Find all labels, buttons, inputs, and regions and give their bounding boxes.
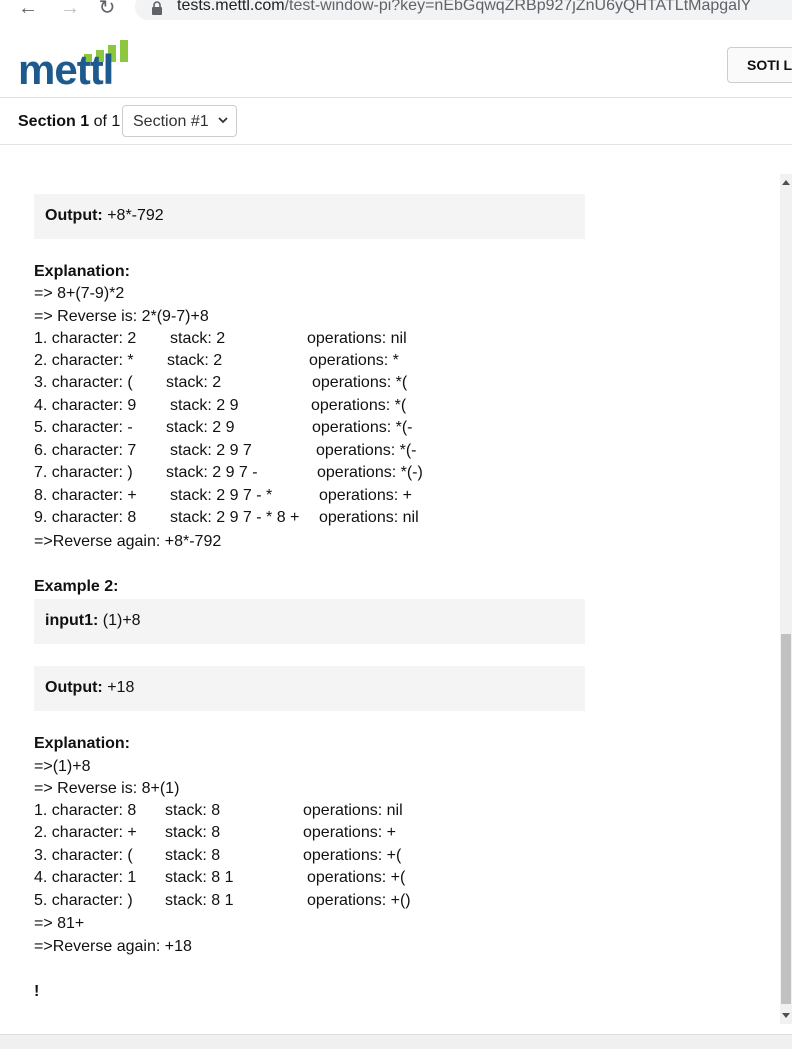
step-stack: stack: 2 9: [166, 419, 235, 436]
user-button[interactable]: SOTI L: [727, 47, 792, 83]
step-ops: operations: +: [319, 487, 412, 504]
step-char: 9. character: 8: [34, 509, 137, 526]
footer-bar: [0, 1034, 792, 1049]
section-select-value: Section #1: [133, 113, 209, 130]
section-indicator: Section 1 of 1: [18, 113, 120, 131]
step-stack: stack: 8: [165, 802, 221, 819]
step-char: 4. character: 9: [34, 397, 137, 414]
step-stack: stack: 8: [165, 847, 221, 864]
step-ops: operations: +(): [307, 892, 411, 909]
step-char: 1. character: 2: [34, 330, 137, 347]
input-label: input1:: [45, 612, 99, 629]
step-char: 6. character: 7: [34, 442, 137, 459]
arrow-left-icon[interactable]: ←: [16, 0, 40, 20]
output-box-1: Output: +8*-792: [34, 194, 585, 239]
step-ops: operations: +: [303, 824, 396, 841]
logo-text: mettl: [18, 46, 114, 93]
step-ops: operations: nil: [307, 330, 407, 347]
step-stack: stack: 2 9 7 - *: [170, 487, 273, 504]
step-ops: operations: *(-: [316, 442, 417, 459]
step-stack: stack: 2 9 7 -: [166, 464, 258, 481]
explanation-heading: Explanation:: [34, 735, 131, 752]
step-ops: operations: +(: [303, 847, 402, 864]
arrow-right-icon[interactable]: →: [58, 0, 82, 20]
section-bar: Section 1 of 1 Section #1: [0, 99, 792, 145]
chevron-down-icon: [218, 117, 228, 124]
step-char: 8. character: +: [34, 487, 137, 504]
step-ops: operations: *(: [311, 397, 407, 414]
step-stack: stack: 2: [167, 352, 223, 369]
step-char: 2. character: *: [34, 352, 134, 369]
output-box-2: Output: +18: [34, 666, 585, 711]
question-content: Output: +8*-792 Explanation: => 8+(7-9)*…: [0, 146, 780, 1034]
scroll-down-icon[interactable]: [782, 1013, 790, 1018]
step-ops: operations: nil: [303, 802, 403, 819]
postfix-result: => 81+: [34, 915, 85, 932]
step-char: 5. character: -: [34, 419, 133, 436]
explanation-line: => Reverse is: 8+(1): [34, 780, 180, 797]
step-ops: operations: +(: [307, 869, 406, 886]
section-total: of 1: [93, 113, 121, 130]
url-path: /test-window-pi?key=nEbGqwqZRBp927jZnU6y…: [284, 0, 752, 14]
step-char: 1. character: 8: [34, 802, 137, 819]
app-header: mettl SOTI L: [0, 30, 792, 98]
output-value: +18: [107, 679, 135, 696]
step-char: 3. character: (: [34, 847, 133, 864]
browser-toolbar: ← → ↻ tests.mettl.com/test-window-pi?key…: [0, 0, 792, 30]
trailing-mark: !: [34, 983, 40, 1000]
output-label: Output:: [45, 207, 103, 224]
section-select[interactable]: Section #1: [122, 105, 237, 137]
url-host: tests.mettl.com: [177, 0, 285, 14]
scroll-up-icon[interactable]: [782, 180, 790, 185]
step-stack: stack: 8 1: [165, 892, 234, 909]
step-stack: stack: 8: [165, 824, 221, 841]
step-ops: operations: nil: [319, 509, 419, 526]
step-stack: stack: 2 9 7 - * 8 +: [170, 509, 300, 526]
mettl-logo[interactable]: mettl: [18, 40, 133, 95]
url-text[interactable]: tests.mettl.com/test-window-pi?key=nEbGq…: [177, 0, 751, 15]
reverse-result: =>Reverse again: +8*-792: [34, 533, 222, 550]
reload-icon[interactable]: ↻: [95, 0, 119, 20]
step-char: 2. character: +: [34, 824, 137, 841]
explanation-line: => 8+(7-9)*2: [34, 285, 125, 302]
example-heading: Example 2:: [34, 578, 119, 595]
step-char: 7. character: ): [34, 464, 133, 481]
step-char: 4. character: 1: [34, 869, 137, 886]
step-stack: stack: 2 9: [170, 397, 239, 414]
explanation-line: => Reverse is: 2*(9-7)+8: [34, 308, 209, 325]
scrollbar[interactable]: [780, 174, 792, 1024]
step-stack: stack: 8 1: [165, 869, 234, 886]
section-current: 1: [80, 113, 90, 130]
step-stack: stack: 2: [170, 330, 226, 347]
scrollbar-thumb[interactable]: [781, 634, 791, 1004]
step-ops: operations: *(-): [317, 464, 423, 481]
explanation-heading: Explanation:: [34, 263, 131, 280]
input-value: (1)+8: [102, 612, 141, 629]
section-prefix: Section: [18, 113, 76, 130]
step-char: 5. character: ): [34, 892, 133, 909]
step-stack: stack: 2 9 7: [170, 442, 252, 459]
step-ops: operations: *(-: [312, 419, 413, 436]
lock-icon: [152, 1, 162, 15]
input-box-2: input1: (1)+8: [34, 599, 585, 644]
reverse-result: =>Reverse again: +18: [34, 938, 192, 955]
step-stack: stack: 2: [166, 374, 222, 391]
step-char: 3. character: (: [34, 374, 133, 391]
output-value: +8*-792: [107, 207, 164, 224]
output-label: Output:: [45, 679, 103, 696]
step-ops: operations: *: [309, 352, 399, 369]
step-ops: operations: *(: [312, 374, 408, 391]
explanation-line: =>(1)+8: [34, 758, 91, 775]
